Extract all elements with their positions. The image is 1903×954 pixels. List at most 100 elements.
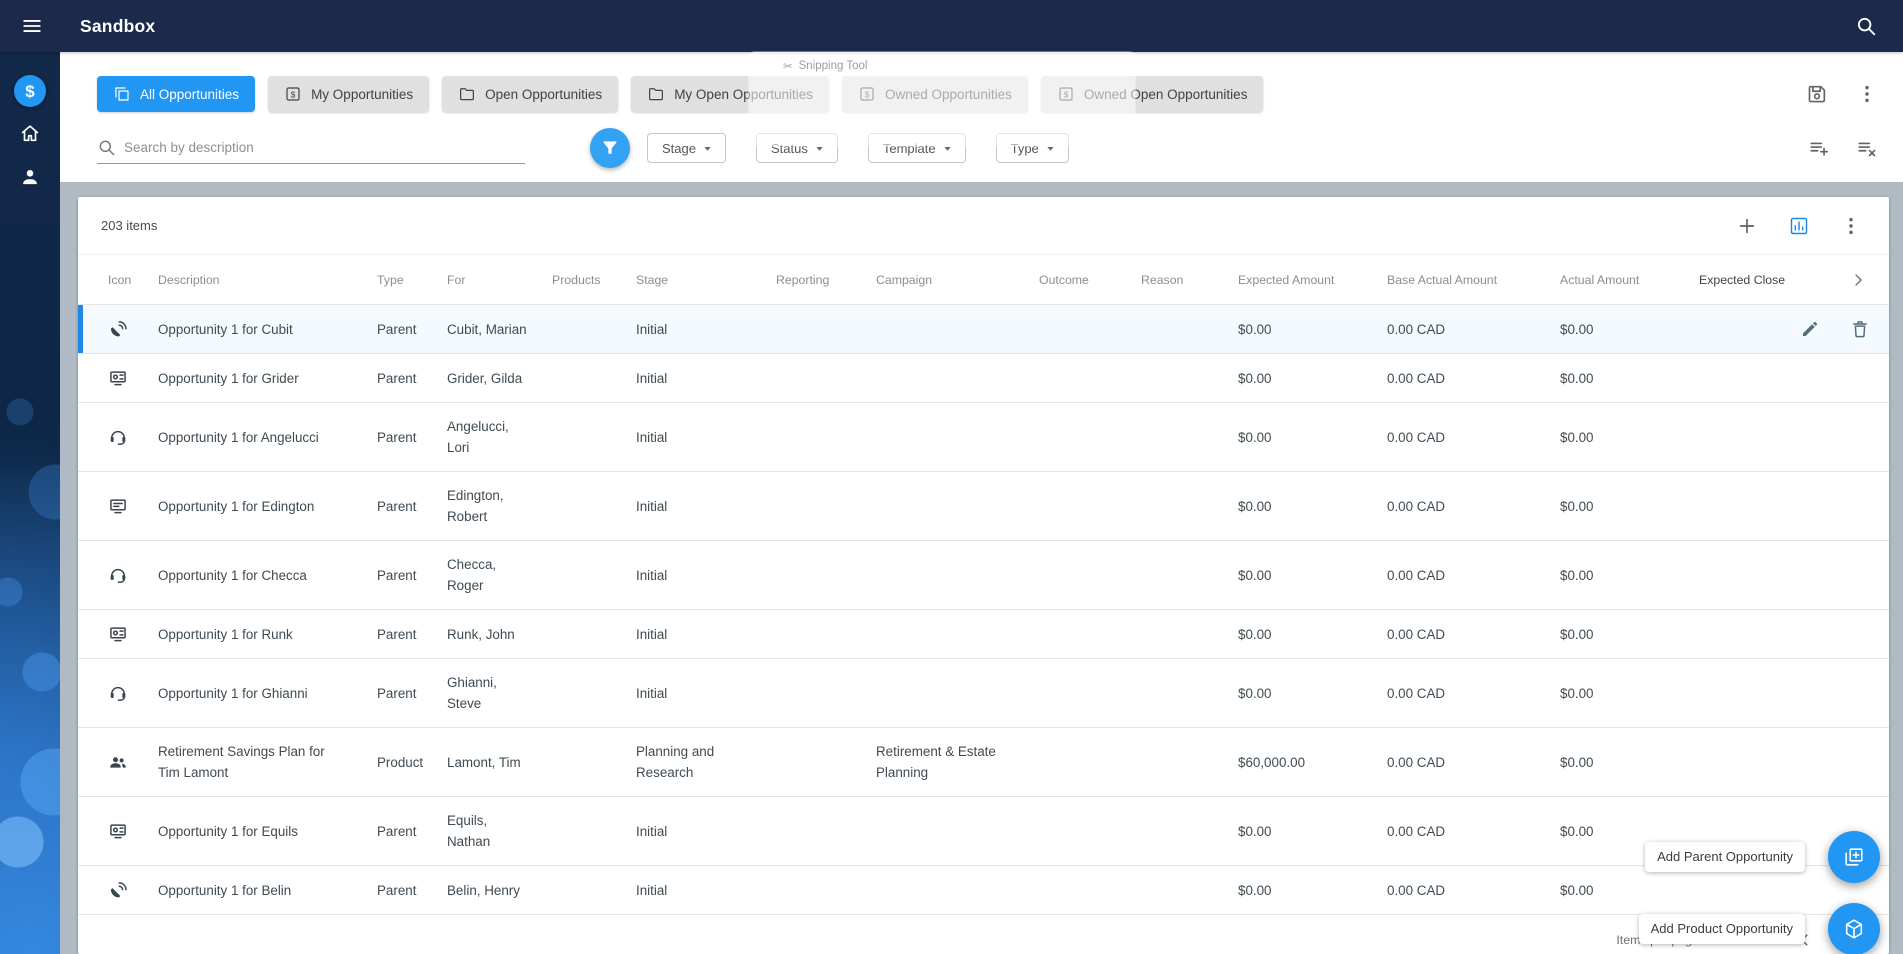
view-tab-label: Open Opportunities xyxy=(485,86,603,102)
delete-row-button[interactable] xyxy=(1850,319,1870,339)
cell-base-actual-amount: 0.00 CAD xyxy=(1387,882,1446,898)
add-filter-row-button[interactable] xyxy=(1801,130,1837,166)
cell-expected-amount: $0.00 xyxy=(1238,567,1272,583)
column-label: Reporting xyxy=(776,272,830,287)
cell-description: Opportunity 1 for Edington xyxy=(158,498,315,514)
scroll-columns-right-button[interactable] xyxy=(1800,271,1889,289)
column-header-products[interactable]: Products xyxy=(552,273,636,287)
folder-icon xyxy=(460,88,475,101)
table-row[interactable]: Opportunity 1 for Cubit Parent Cubit, Mari… xyxy=(78,305,1889,354)
filter-dropdown-stage[interactable]: Stage xyxy=(647,133,726,163)
row-icon-cell xyxy=(96,752,158,772)
column-header-expected-amount[interactable]: Expected Amount xyxy=(1238,273,1387,287)
column-label: Type xyxy=(377,272,404,287)
more-options-button[interactable] xyxy=(1849,76,1885,112)
edit-row-button[interactable] xyxy=(1800,319,1820,339)
opportunities-nav-button[interactable]: $ xyxy=(14,75,46,107)
payment-terminal-icon xyxy=(110,371,126,386)
column-header-type[interactable]: Type xyxy=(377,273,447,287)
hamburger-menu-button[interactable] xyxy=(6,0,58,52)
add-product-opportunity-button[interactable] xyxy=(1828,903,1880,954)
cell-base-actual-amount: 0.00 CAD xyxy=(1387,754,1446,770)
search-input[interactable] xyxy=(124,140,525,155)
cell-for: Edington, Robert xyxy=(447,488,504,524)
table-row[interactable]: Opportunity 1 for Equils Parent Equils, Na… xyxy=(78,797,1889,866)
home-icon xyxy=(21,125,39,142)
table-row[interactable]: Opportunity 1 for Ghianni Parent Ghianni, … xyxy=(78,659,1889,728)
profile-nav-button[interactable] xyxy=(12,159,48,195)
row-icon-cell xyxy=(96,683,158,703)
scissors-icon: ✂ xyxy=(783,61,793,73)
plus-icon xyxy=(1739,218,1755,233)
column-header-outcome[interactable]: Outcome xyxy=(1039,273,1141,287)
cell-base-actual-amount: 0.00 CAD xyxy=(1387,498,1446,514)
search-icon xyxy=(1857,17,1876,36)
chart-view-button[interactable] xyxy=(1781,208,1817,244)
table-footer: Items per page xyxy=(78,926,1889,954)
cell-type: Parent xyxy=(377,498,417,514)
column-header-base-actual-amount[interactable]: Base Actual Amount xyxy=(1387,273,1560,287)
view-tab-my-opportunities[interactable]: $ My Opportunities xyxy=(268,76,430,112)
column-label: Campaign xyxy=(876,272,933,287)
cell-description: Opportunity 1 for Cubit xyxy=(158,321,293,337)
global-search-button[interactable] xyxy=(1845,5,1887,47)
table-row[interactable]: Opportunity 1 for Grider Parent Grider, Gi… xyxy=(78,354,1889,403)
home-nav-button[interactable] xyxy=(12,115,48,151)
trash-icon xyxy=(1853,321,1867,338)
column-header-stage[interactable]: Stage xyxy=(636,273,776,287)
fab-row: Add Parent Opportunity xyxy=(1645,831,1880,883)
cell-base-actual-amount: 0.00 CAD xyxy=(1387,823,1446,839)
add-parent-opportunity-button[interactable] xyxy=(1828,831,1880,883)
cell-type: Parent xyxy=(377,567,417,583)
cell-actual-amount: $0.00 xyxy=(1560,429,1594,445)
grid-menu-button[interactable] xyxy=(1833,208,1869,244)
cell-for: Equils, Nathan xyxy=(447,813,491,849)
column-header-actual-amount[interactable]: Actual Amount xyxy=(1560,273,1699,287)
cell-expected-amount: $0.00 xyxy=(1238,626,1272,642)
view-tab-all-opportunities[interactable]: All Opportunities xyxy=(97,76,256,112)
stack-icon xyxy=(115,87,129,101)
column-header-reporting[interactable]: Reporting xyxy=(776,273,876,287)
column-header-description[interactable]: Description xyxy=(158,273,377,287)
table-row[interactable]: Opportunity 1 for Checca Parent Checca, Ro… xyxy=(78,541,1889,610)
table-row[interactable]: Opportunity 1 for Angelucci Parent Angeluc… xyxy=(78,403,1889,472)
cell-type: Product xyxy=(377,754,424,770)
column-header-reason[interactable]: Reason xyxy=(1141,273,1238,287)
view-tab-open-opportunities[interactable]: Open Opportunities xyxy=(442,76,619,112)
cell-type: Parent xyxy=(377,882,417,898)
table-row[interactable]: Opportunity 1 for Edington Parent Edington… xyxy=(78,472,1889,541)
add-item-button[interactable] xyxy=(1729,208,1765,244)
table-header: Icon Description Type For Products Stage Repor… xyxy=(78,255,1889,305)
chevron-right-icon xyxy=(1855,273,1862,286)
payment-terminal-icon xyxy=(110,627,126,642)
cell-type: Parent xyxy=(377,685,417,701)
cell-description: Opportunity 1 for Angelucci xyxy=(158,429,319,445)
cell-stage: Initial xyxy=(636,882,668,898)
pencil-icon xyxy=(1803,321,1818,336)
cell-expected-amount: $0.00 xyxy=(1238,882,1272,898)
column-header-expected-close[interactable]: Expected Close xyxy=(1699,272,1800,287)
cell-type: Parent xyxy=(377,626,417,642)
table-row[interactable]: Opportunity 1 for Runk Parent Runk, John In… xyxy=(78,610,1889,659)
clear-filters-button[interactable] xyxy=(1849,130,1885,166)
cell-description: Opportunity 1 for Runk xyxy=(158,626,293,642)
table-row[interactable]: Opportunity 1 for Belin Parent Belin, Henr… xyxy=(78,866,1889,915)
filter-button[interactable] xyxy=(590,128,630,168)
cell-expected-amount: $60,000.00 xyxy=(1238,754,1306,770)
column-header-for[interactable]: For xyxy=(447,273,552,287)
cell-type: Parent xyxy=(377,823,417,839)
top-app-bar: Sandbox xyxy=(0,0,1903,52)
column-label: Reason xyxy=(1141,272,1184,287)
column-header-campaign[interactable]: Campaign xyxy=(876,273,1039,287)
search-icon-wrap xyxy=(97,138,116,157)
column-header-icon[interactable]: Icon xyxy=(96,273,158,287)
cell-base-actual-amount: 0.00 CAD xyxy=(1387,370,1446,386)
dots-vertical-icon xyxy=(1849,217,1853,234)
fab-row: Add Product Opportunity xyxy=(1638,903,1880,954)
save-button[interactable] xyxy=(1799,76,1835,112)
cell-type: Parent xyxy=(377,370,417,386)
cell-base-actual-amount: 0.00 CAD xyxy=(1387,567,1446,583)
cell-stage: Initial xyxy=(636,429,668,445)
table-row[interactable]: Retirement Savings Plan for Tim Lamont Pr… xyxy=(78,728,1889,797)
svg-text:$: $ xyxy=(291,90,296,99)
